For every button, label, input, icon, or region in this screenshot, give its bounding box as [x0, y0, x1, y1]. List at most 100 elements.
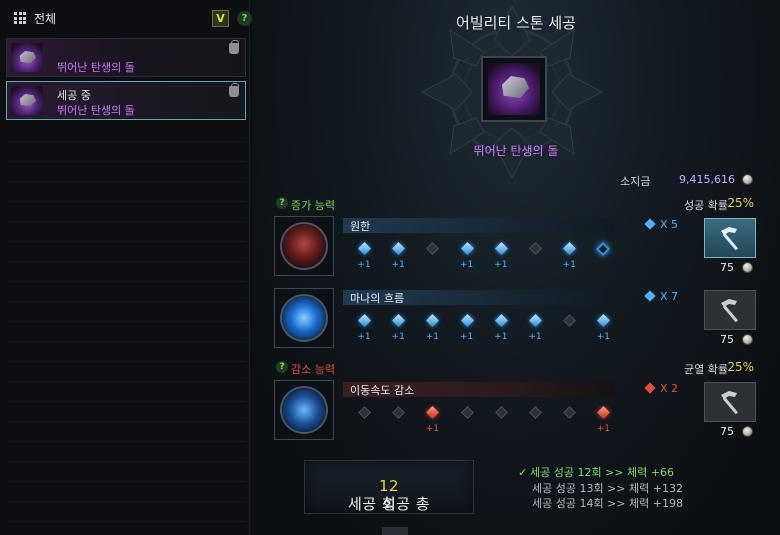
increase-label: 증가 능력 — [291, 199, 335, 212]
facet-node-bonus: +1 — [459, 260, 474, 270]
facet-node-blue — [597, 314, 611, 327]
ability-node-track: +1 +1 — [354, 404, 634, 436]
facet-node-ring — [596, 241, 611, 257]
bag-icon — [229, 40, 239, 54]
ability-row-3: 이동속도 감소 X 2 +1 +1 75 — [274, 380, 758, 442]
stone-list-item[interactable]: 뛰어난 탄생의 돌 — [6, 38, 246, 77]
hammer-icon — [721, 299, 738, 323]
facet-node-blue — [426, 314, 440, 327]
decrease-section-header: ? 감소 능력 균열 확률 25% — [276, 360, 758, 376]
facet-node-blue — [358, 314, 371, 327]
silver-coin-icon — [742, 262, 753, 273]
success-reward-list: ✓ 세공 성공 12회 >> 체력 +66 세공 성공 13회 >> 체력 +13… — [518, 465, 718, 512]
facet-node-blue — [460, 242, 474, 255]
ability-name: 원한 — [350, 220, 371, 233]
decrease-help-icon[interactable]: ? — [276, 361, 288, 373]
gold-row: 소지금 9,415,616 — [252, 172, 780, 188]
ability-name: 마나의 흐름 — [350, 292, 405, 305]
facet-node-bonus: +1 — [494, 332, 508, 342]
filter-label: 전체 — [34, 11, 57, 26]
facet-hammer-button[interactable] — [704, 218, 756, 258]
stone-name-label: 뛰어난 탄생의 돌 — [473, 144, 559, 158]
facet-node-blue — [494, 242, 508, 255]
stone-thumbnail — [11, 43, 43, 72]
facet-node-blue — [358, 242, 371, 255]
facet-node-empty — [460, 406, 474, 419]
reward-line: ✓ 세공 성공 12회 >> 체력 +66 — [518, 466, 674, 479]
mana-flow-engraving-icon — [274, 288, 334, 348]
facet-cost: 75 — [720, 261, 734, 274]
facet-node-empty — [563, 314, 577, 327]
silver-coin-icon — [742, 174, 753, 185]
faceting-panel: 어빌리티 스톤 세공 뛰어난 탄생의 돌 소지금 9,415,616 ? 증가 … — [252, 0, 780, 535]
facet-node-blue — [563, 242, 577, 255]
stone-thumbnail — [11, 86, 43, 115]
facet-node-empty — [494, 406, 508, 419]
facet-node-bonus: +1 — [596, 332, 611, 342]
facet-node-red — [426, 406, 440, 419]
success-rate-value: 25% — [727, 196, 754, 210]
ability-count: X 2 — [644, 382, 678, 395]
facet-node-bonus: +1 — [391, 260, 405, 270]
grid-menu-icon[interactable] — [14, 11, 28, 25]
check-icon: ✓ — [518, 466, 528, 479]
silver-coin-icon — [742, 334, 753, 345]
facet-node-empty — [563, 406, 577, 419]
decrease-label: 감소 능력 — [291, 363, 335, 376]
filter-bar[interactable]: 전체 V ? — [4, 6, 252, 30]
stone-list: 뛰어난 탄생의 돌 세공 중 뛰어난 탄생의 돌 — [6, 38, 246, 124]
facet-node-blue — [529, 314, 542, 327]
facet-node-empty — [529, 406, 542, 419]
facet-hammer-button[interactable] — [704, 290, 756, 330]
facet-node-bonus: +1 — [596, 424, 611, 434]
filter-dropdown-button[interactable]: V — [212, 10, 229, 27]
facet-hammer-button[interactable] — [704, 382, 756, 422]
facet-node-empty — [529, 242, 542, 255]
stone-list-panel: 전체 V ? 뛰어난 탄생의 돌 세공 중 뛰어난 탄생의 돌 — [0, 0, 252, 535]
hammer-icon — [721, 391, 738, 415]
ability-row-2: 마나의 흐름 X 7 +1 +1 +1 +1 +1 +1 +1 75 — [274, 288, 758, 350]
footer-tab — [382, 527, 408, 535]
bag-icon — [229, 83, 239, 97]
facet-node-blue — [460, 314, 474, 327]
facet-node-blue — [494, 314, 508, 327]
total-success-text: 세공 성공 총 12 회 — [347, 477, 431, 513]
facet-node-blue — [392, 314, 406, 327]
ability-node-track: +1 +1 +1 +1 +1 +1 +1 — [354, 312, 634, 344]
facet-node-bonus: +1 — [459, 332, 474, 342]
crack-rate-label: 균열 확률 — [684, 363, 728, 376]
ability-count: X 5 — [644, 218, 678, 231]
gold-label: 소지금 — [620, 175, 651, 188]
increase-help-icon[interactable]: ? — [276, 197, 288, 209]
hammer-icon — [721, 227, 738, 251]
facet-node-empty — [426, 242, 440, 255]
facet-node-bonus: +1 — [494, 260, 508, 270]
move-speed-reduction-icon — [274, 380, 334, 440]
increase-section-header: ? 증가 능력 성공 확률 25% — [276, 196, 758, 212]
ability-name-bar — [343, 218, 615, 233]
ability-name: 이동속도 감소 — [350, 384, 415, 397]
success-rate-label: 성공 확률 — [684, 199, 728, 212]
filter-help-icon[interactable]: ? — [237, 11, 252, 26]
facet-node-bonus: +1 — [425, 332, 440, 342]
ability-stone-icon — [488, 63, 540, 115]
facet-node-bonus: +1 — [562, 260, 576, 270]
grudge-engraving-icon — [274, 216, 334, 276]
facet-node-empty — [392, 406, 406, 419]
facet-node-bonus: +1 — [425, 424, 440, 434]
ability-row-1: 원한 X 5 +1 +1 +1 +1 +1 75 — [274, 216, 758, 278]
stone-list-item-selected[interactable]: 세공 중 뛰어난 탄생의 돌 — [6, 81, 246, 120]
facet-node-red — [597, 406, 611, 419]
facet-node-bonus: +1 — [528, 332, 542, 342]
reward-line: 세공 성공 13회 >> 체력 +132 — [532, 481, 683, 495]
facet-node-bonus: +1 — [357, 332, 371, 342]
facet-node-empty — [358, 406, 371, 419]
facet-node-bonus: +1 — [391, 332, 405, 342]
ability-node-track: +1 +1 +1 +1 +1 — [354, 240, 634, 272]
facet-node-bonus: +1 — [357, 260, 371, 270]
stone-status: 세공 중 — [57, 89, 91, 102]
stone-name: 뛰어난 탄생의 돌 — [57, 104, 135, 117]
red-gem-icon — [644, 382, 656, 394]
crack-rate-value: 25% — [727, 360, 754, 374]
gold-amount: 9,415,616 — [679, 173, 735, 186]
